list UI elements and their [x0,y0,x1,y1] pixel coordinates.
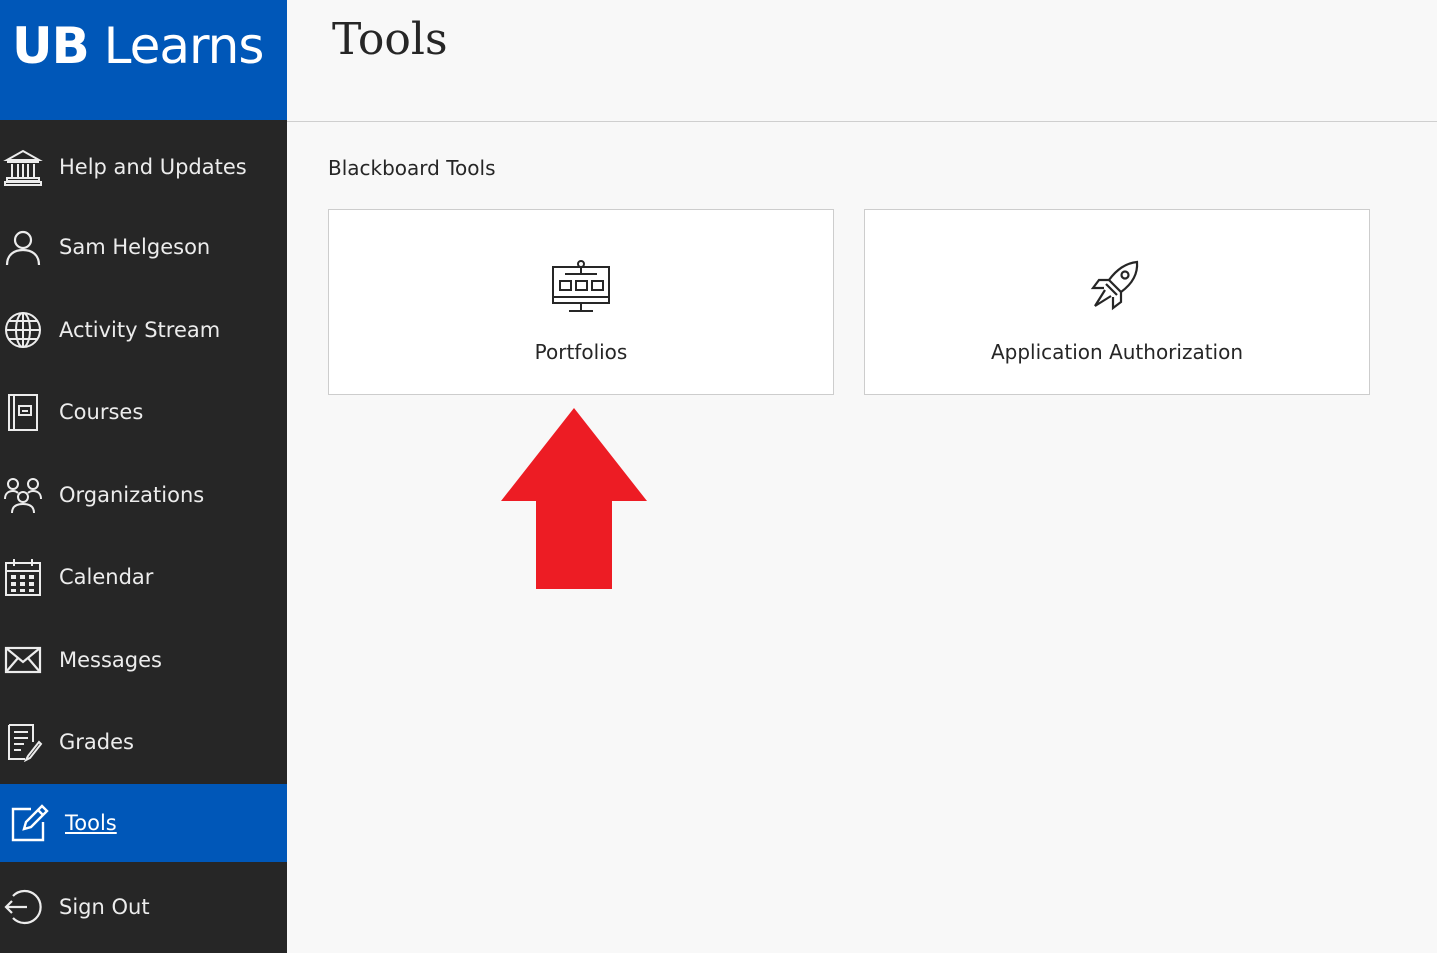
tools-edit-icon [9,803,49,843]
tool-card-label: Application Authorization [990,340,1244,364]
sidebar-item-label: Organizations [59,483,205,507]
course-book-icon [3,392,43,432]
sidebar-item-tools[interactable]: Tools [0,784,287,862]
user-icon [3,227,43,267]
sidebar-item-help-and-updates[interactable]: Help and Updates [0,128,287,206]
portfolio-monitor-icon [551,260,611,314]
grades-icon [3,722,43,762]
sidebar-item-label: Messages [59,648,162,672]
sidebar-item-organizations[interactable]: Organizations [0,456,287,534]
tool-card-label: Portfolios [534,340,628,364]
sidebar-item-activity-stream[interactable]: Activity Stream [0,291,287,369]
sidebar-item-sign-out[interactable]: Sign Out [0,868,287,946]
sidebar-item-messages[interactable]: Messages [0,621,287,699]
sidebar-item-courses[interactable]: Courses [0,373,287,451]
sidebar-item-label: Sam Helgeson [59,235,211,259]
tool-card-portfolios[interactable]: Portfolios [328,209,834,395]
envelope-icon [3,640,43,680]
rocket-icon [1087,260,1147,314]
page-title: Tools [332,14,448,65]
sidebar-item-label: Tools [65,811,117,835]
brand-header: UB Learns [0,0,287,120]
sidebar-item-profile[interactable]: Sam Helgeson [0,208,287,286]
sidebar-item-label: Calendar [59,565,154,589]
section-title: Blackboard Tools [328,156,496,180]
sidebar-item-calendar[interactable]: Calendar [0,538,287,616]
globe-icon [3,310,43,350]
sidebar-item-label: Activity Stream [59,318,221,342]
sidebar-item-grades[interactable]: Grades [0,703,287,781]
red-arrow-up-icon [501,408,647,589]
institution-icon [3,147,43,187]
logo-learns: Learns [88,17,265,75]
calendar-icon [3,557,43,597]
organizations-icon [3,475,43,515]
page-header: Tools [287,0,1437,122]
logo-ub: UB [12,17,90,75]
sidebar: UB Learns Help and Updates Sam Helgeson … [0,0,287,953]
sidebar-item-label: Sign Out [59,895,150,919]
app: UB Learns Help and Updates Sam Helgeson … [0,0,1437,953]
ub-learns-logo[interactable]: UB Learns [12,14,265,78]
sidebar-item-label: Grades [59,730,134,754]
sidebar-item-label: Help and Updates [59,155,247,179]
sign-out-icon [3,887,43,927]
tool-card-application-authorization[interactable]: Application Authorization [864,209,1370,395]
sidebar-item-label: Courses [59,400,144,424]
